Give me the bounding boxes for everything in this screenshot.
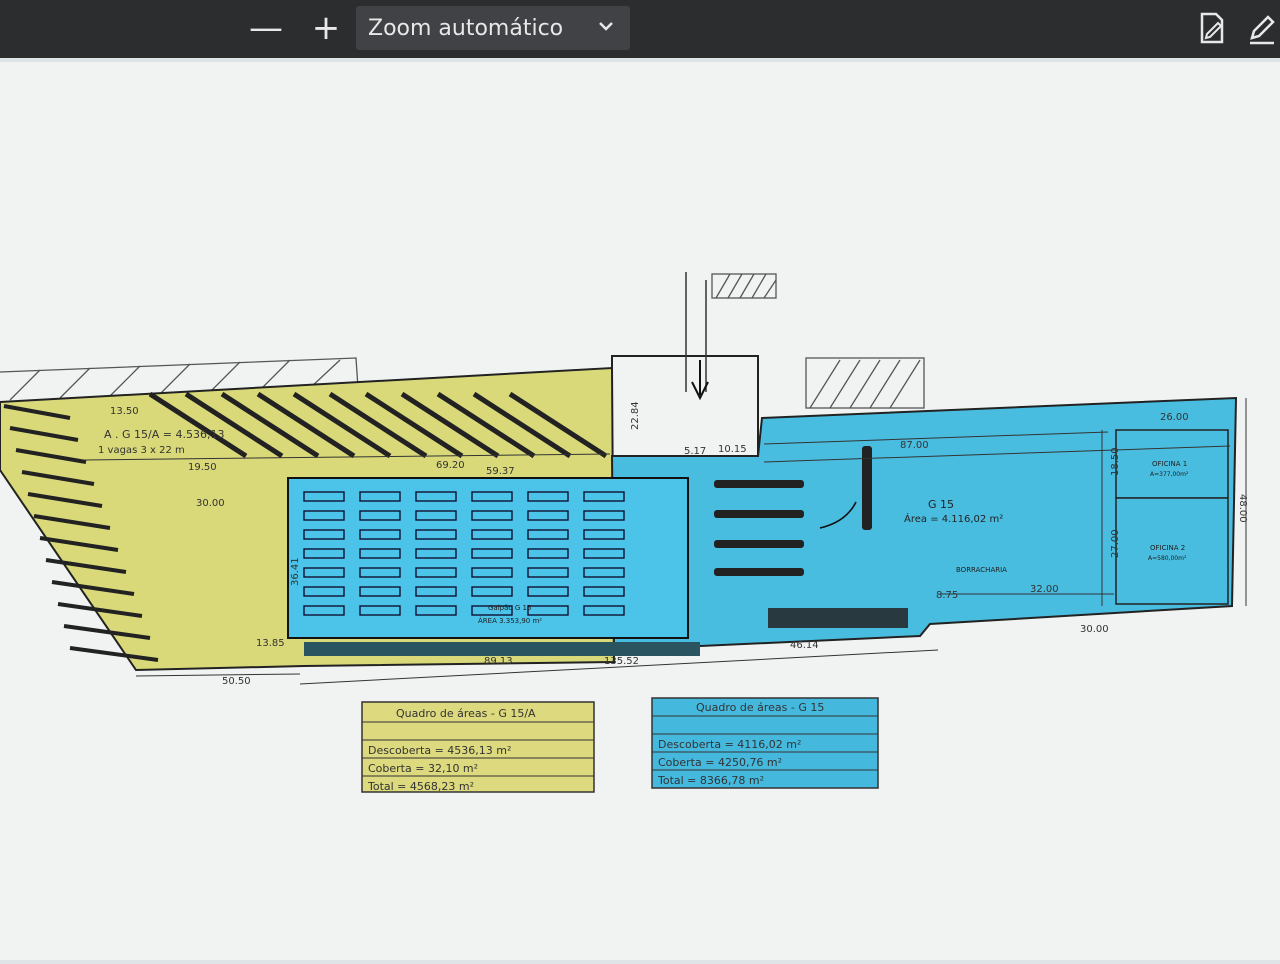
bottom-parking-strip — [304, 642, 700, 656]
dim-d7: 5.17 — [684, 446, 706, 457]
table-g15a-row-3: Total = 4568,23 m² — [367, 780, 474, 793]
oficina2-label: OFICINA 2 — [1150, 544, 1185, 552]
table-g15-title: Quadro de áreas - G 15 — [696, 701, 824, 714]
dim-d8: 10.15 — [718, 444, 747, 455]
galpao-label: Galpão G 15 — [488, 604, 531, 612]
table-g15a-title: Quadro de áreas - G 15/A — [396, 707, 536, 720]
dim-d1: 13.50 — [110, 406, 139, 417]
table-g15a-row-1: Descoberta = 4536,13 m² — [368, 744, 511, 757]
dim-d2: 19.50 — [188, 462, 217, 473]
dim-d15: 48.00 — [1237, 494, 1248, 523]
g15-label: G 15 — [928, 498, 954, 511]
dim-d12: 27.00 — [1110, 529, 1121, 558]
pdf-toolbar: — + Zoom automático — [0, 0, 1280, 58]
table-g15-row-3: Total = 8366,78 m² — [657, 774, 764, 787]
dim-d17: 13.85 — [256, 638, 285, 649]
dim-d10: 26.00 — [1160, 412, 1189, 423]
galpao-area: ÁREA 3.353,90 m² — [478, 616, 542, 625]
dim-d22: 30.00 — [1080, 624, 1109, 635]
oficina1-label: OFICINA 1 — [1152, 460, 1187, 468]
zoom-in-button[interactable]: + — [304, 6, 348, 50]
dim-d21: 46.14 — [790, 640, 819, 651]
dim-d3: 30.00 — [196, 498, 225, 509]
table-g15a-row-2: Coberta = 32,10 m² — [368, 762, 478, 775]
zoom-out-button[interactable]: — — [244, 6, 288, 50]
dim-d6: 22.84 — [630, 401, 641, 430]
area-table-g15a: Quadro de áreas - G 15/A Descoberta = 45… — [361, 701, 595, 793]
table-g15-row-1: Descoberta = 4116,02 m² — [658, 738, 801, 751]
g15a-title: A . G 15/A = 4.536,13 — [104, 428, 224, 441]
dim-d18: 50.50 — [222, 676, 251, 687]
dim-d14: 8.75 — [936, 590, 958, 601]
edit-pdf-icon[interactable] — [1194, 10, 1230, 46]
area-table-g15: Quadro de áreas - G 15 Descoberta = 4116… — [651, 697, 879, 789]
g15-area: Área = 4.116,02 m² — [904, 512, 1003, 525]
dim-d9: 87.00 — [900, 440, 929, 451]
chevron-down-icon — [596, 16, 616, 42]
g15a-vagas: 1 vagas 3 x 22 m — [98, 445, 185, 456]
site-plan-drawing: A . G 15/A = 4.536,13 1 vagas 3 x 22 m G… — [0, 272, 1248, 793]
zoom-value: Zoom automático — [368, 15, 564, 41]
table-g15-row-2: Coberta = 4250,76 m² — [658, 756, 782, 769]
dim-d13: 32.00 — [1030, 584, 1059, 595]
dim-d20: 135.52 — [604, 656, 639, 667]
borracharia-label: BORRACHARIA — [956, 566, 1007, 574]
draw-pen-icon[interactable] — [1244, 10, 1280, 46]
oficina1-area: A=377,00m² — [1150, 471, 1189, 478]
dim-d5: 59.37 — [486, 466, 515, 477]
dim-d16: 36.41 — [290, 557, 301, 586]
pdf-page: A . G 15/A = 4.536,13 1 vagas 3 x 22 m G… — [0, 62, 1280, 960]
dim-d4: 69.20 — [436, 460, 465, 471]
oficina2-area: A=580,00m² — [1148, 555, 1187, 562]
dim-d11: 18.50 — [1110, 447, 1121, 476]
zoom-select[interactable]: Zoom automático — [356, 6, 630, 50]
dim-d19: 89.13 — [484, 656, 513, 667]
bottom-strip-bar — [304, 642, 700, 656]
